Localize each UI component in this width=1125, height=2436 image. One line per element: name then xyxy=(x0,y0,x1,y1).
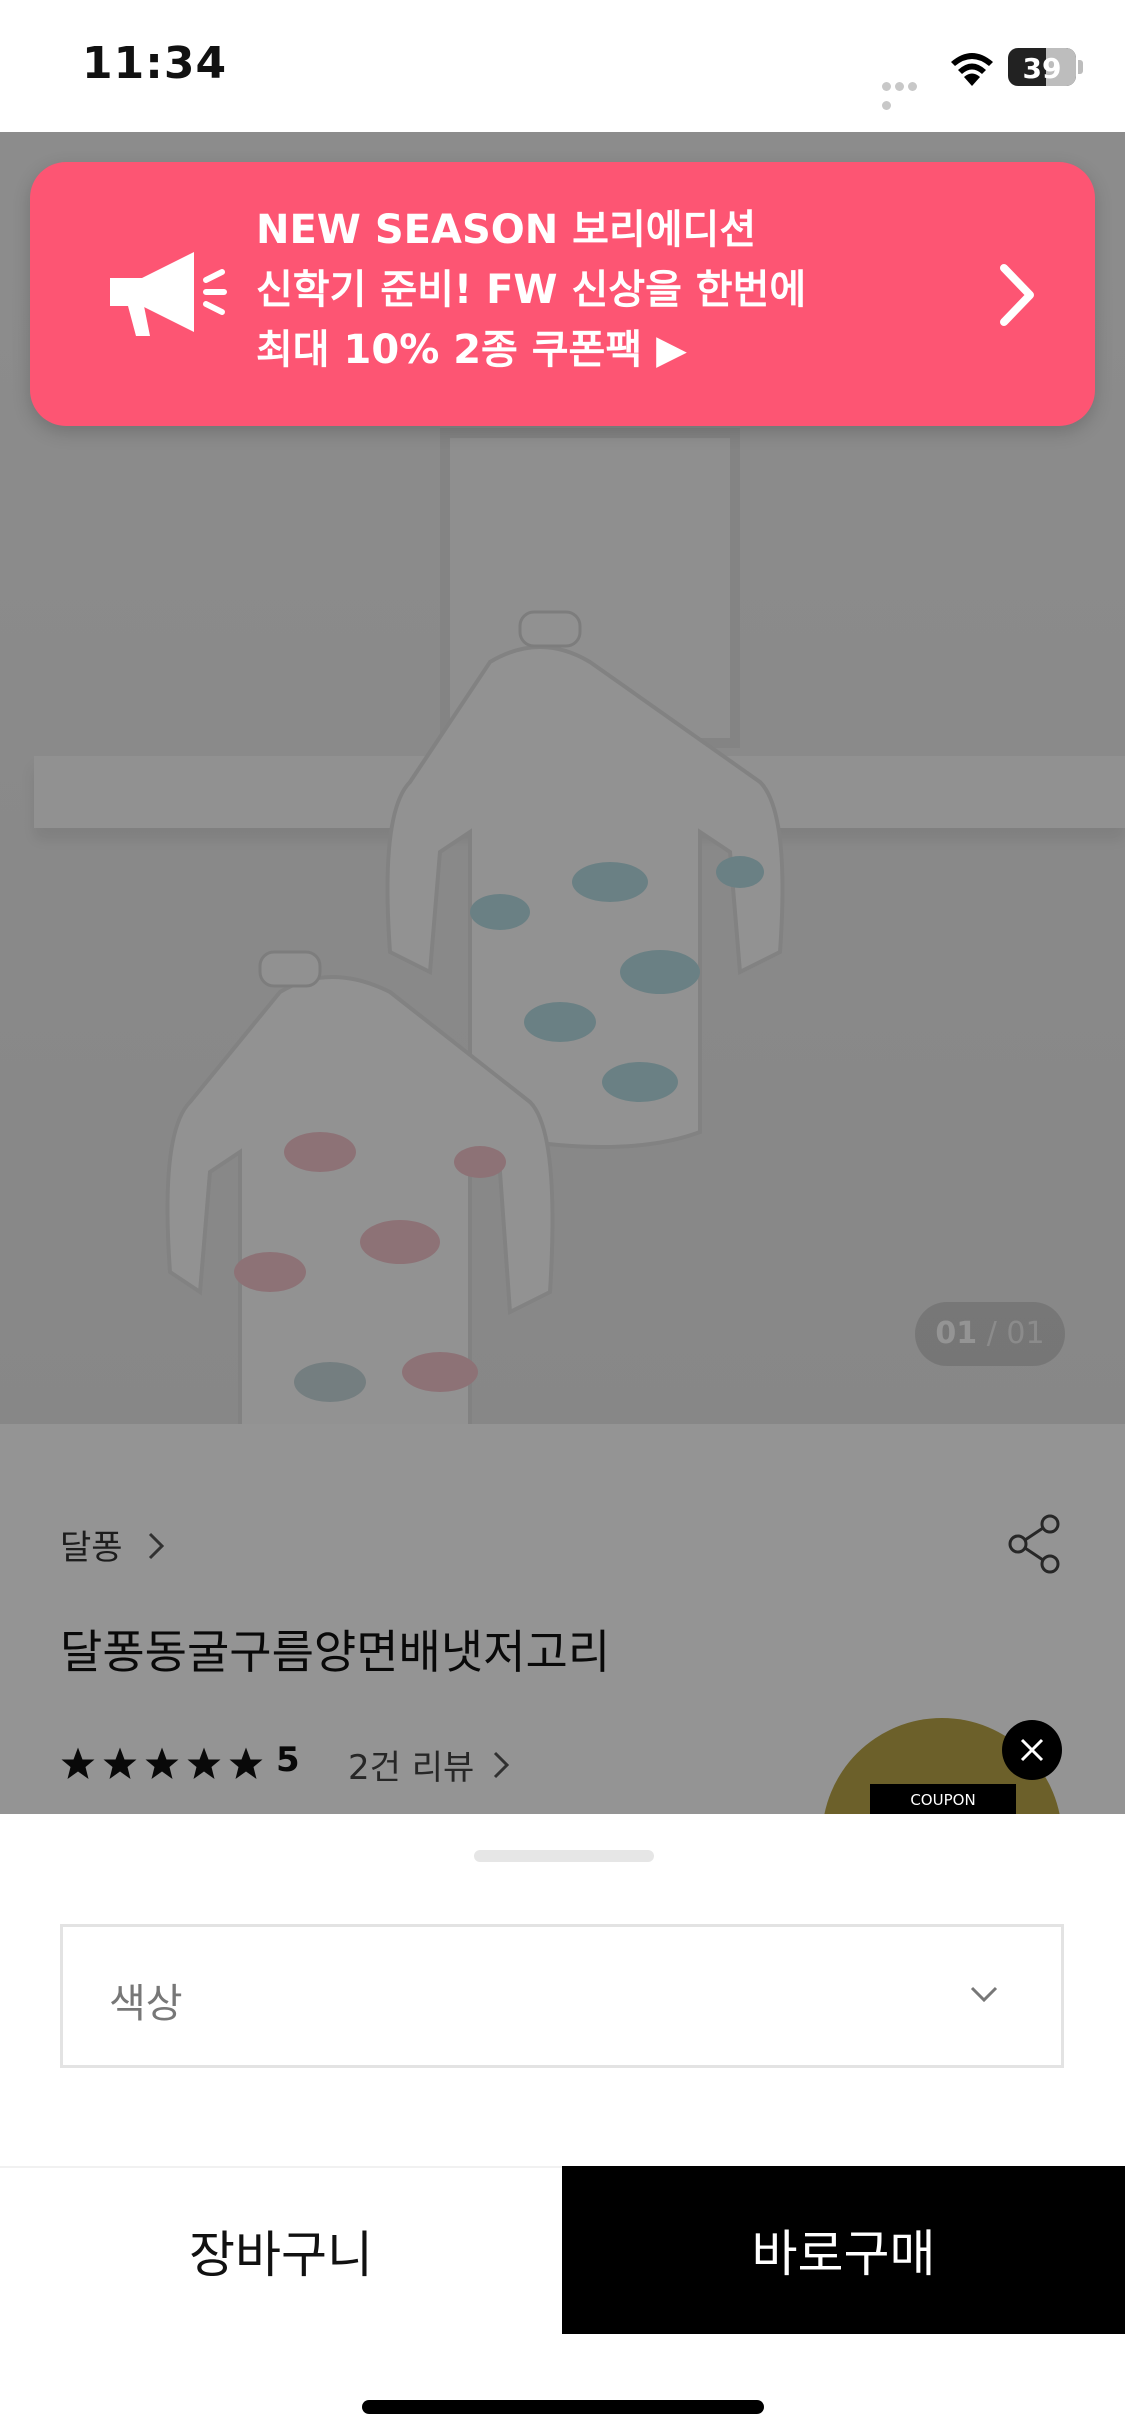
cellular-signal-icon xyxy=(882,76,932,110)
coupon-label: COUPON xyxy=(870,1784,1016,1816)
color-select[interactable]: 색상 xyxy=(60,1924,1064,2068)
promo-banner[interactable]: NEW SEASON 보리에디션 신학기 준비! FW 신상을 한번에 최대 1… xyxy=(30,162,1095,426)
sheet-grabber[interactable] xyxy=(474,1850,654,1862)
promo-line-1: NEW SEASON 보리에디션 xyxy=(256,207,757,253)
close-icon xyxy=(1020,1738,1044,1762)
color-select-placeholder: 색상 xyxy=(109,1981,183,2027)
chevron-down-icon xyxy=(970,1986,998,2003)
chevron-right-icon xyxy=(1000,264,1034,326)
buy-now-button[interactable]: 바로구매 xyxy=(562,2166,1125,2334)
battery-level: 39 xyxy=(1022,52,1062,85)
coupon-close-button[interactable] xyxy=(1002,1720,1062,1780)
status-time: 11:34 xyxy=(82,38,228,89)
status-bar: 11:34 39 xyxy=(0,0,1125,132)
add-to-cart-button[interactable]: 장바구니 xyxy=(0,2168,562,2334)
promo-line-2: 신학기 준비! FW 신상을 한번에 xyxy=(256,267,807,313)
promo-line-3: 최대 10% 2종 쿠폰팩 ▶ xyxy=(256,327,687,373)
wifi-icon xyxy=(951,53,993,86)
option-bottom-sheet: 색상 장바구니 바로구매 xyxy=(0,1814,1125,2436)
megaphone-icon xyxy=(110,252,227,336)
home-indicator xyxy=(362,2400,764,2414)
battery-icon: 39 xyxy=(1008,48,1076,86)
